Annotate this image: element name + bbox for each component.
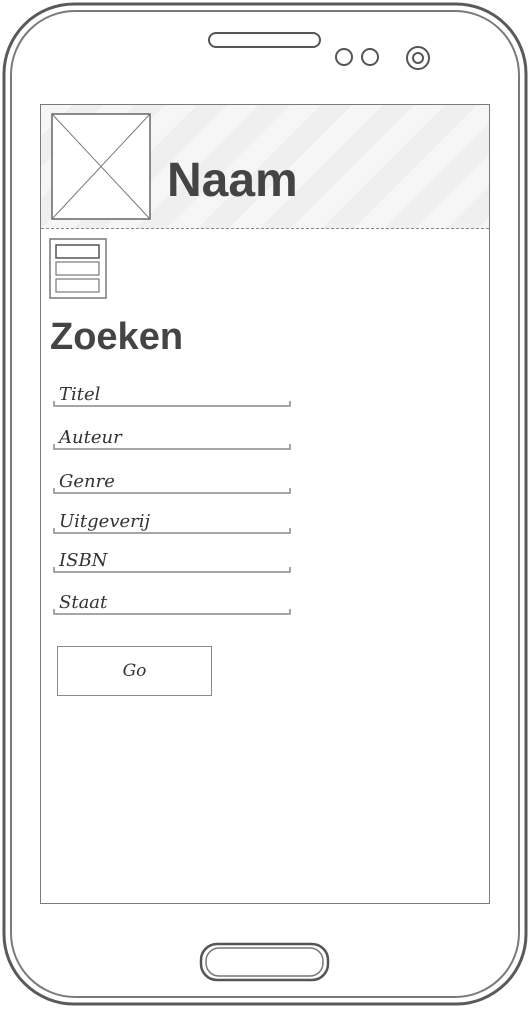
publisher-field[interactable]: Uitgeverij [53, 503, 291, 534]
list-menu-icon[interactable] [49, 238, 107, 299]
status-field[interactable]: Staat [53, 584, 291, 615]
field-underline [53, 444, 291, 450]
app-header: Naam [41, 105, 489, 229]
field-underline [53, 488, 291, 494]
sensor-dot-right [361, 48, 379, 66]
sensor-dot-left [335, 48, 353, 66]
genre-field[interactable]: Genre [53, 463, 291, 494]
field-underline [53, 401, 291, 407]
field-underline [53, 609, 291, 615]
home-button [199, 942, 330, 982]
image-placeholder-icon [51, 113, 151, 220]
field-underline [53, 567, 291, 573]
app-title: Naam [167, 154, 298, 207]
isbn-field[interactable]: ISBN [53, 542, 291, 573]
speaker-slot [208, 32, 321, 48]
field-underline [53, 528, 291, 534]
camera-icon [406, 46, 430, 70]
page-title: Zoeken [50, 316, 184, 358]
app-screen: Naam Zoeken Titel Auteur Genre Uitgeveri… [40, 104, 490, 904]
author-field[interactable]: Auteur [53, 419, 291, 450]
go-button[interactable]: Go [57, 646, 212, 696]
title-field[interactable]: Titel [53, 376, 291, 407]
